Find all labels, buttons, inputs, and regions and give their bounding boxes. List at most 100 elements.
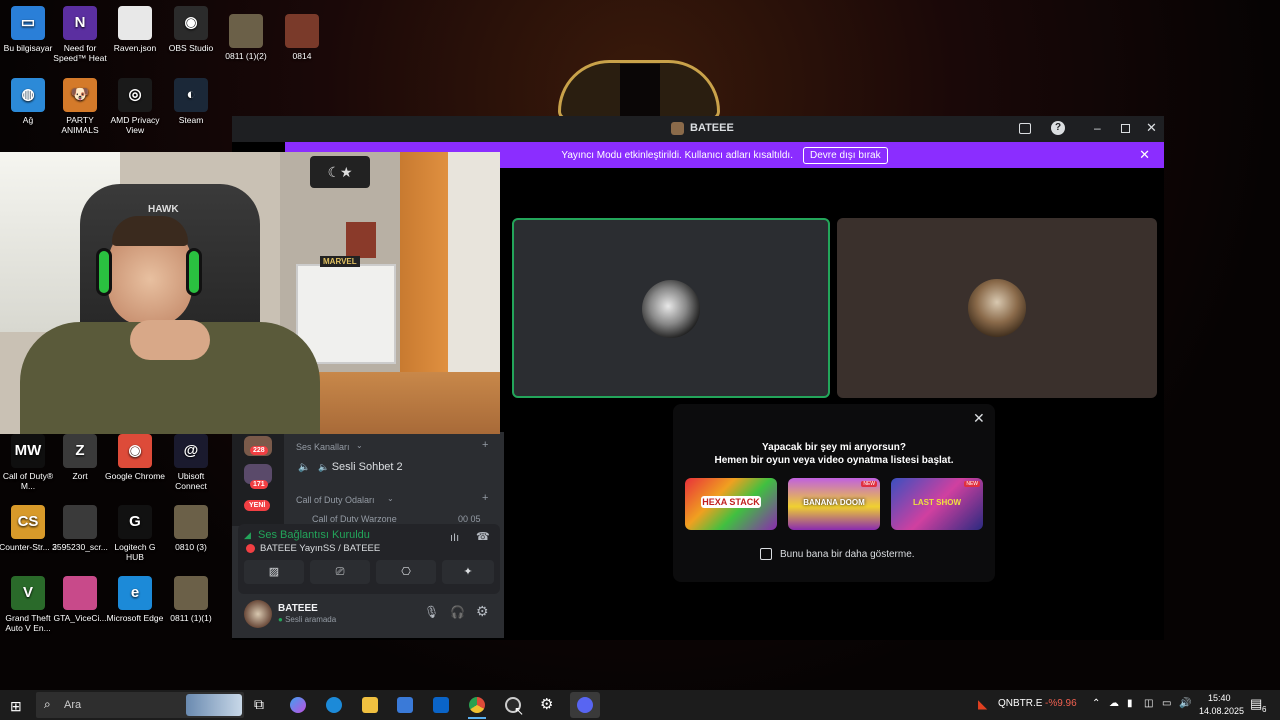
popup-title: Yapacak bir şey mi arıyorsun? <box>762 442 906 453</box>
screen-share-button[interactable]: ⎚ <box>310 560 370 584</box>
discord-icon <box>577 697 593 713</box>
add-channel-icon[interactable]: + <box>482 439 488 451</box>
activities-button[interactable]: ⎔ <box>376 560 436 584</box>
dont-show-checkbox[interactable] <box>760 548 772 560</box>
app-icon: ◍ <box>11 78 45 112</box>
tray-usb-icon[interactable]: ▮ <box>1127 698 1133 709</box>
streamer-hair <box>112 216 188 246</box>
desktop-icon[interactable]: Z Zort <box>50 434 110 481</box>
notification-count: 6 <box>1262 705 1267 714</box>
copilot-icon[interactable] <box>290 697 306 713</box>
participant-avatar-2 <box>968 279 1026 337</box>
popup-close-icon[interactable]: ✕ <box>973 410 985 427</box>
desktop-icon[interactable]: ◉ Google Chrome <box>105 434 165 481</box>
user-avatar[interactable] <box>244 600 272 628</box>
app-icon <box>285 14 319 48</box>
clock-date[interactable]: 14.08.2025 <box>1199 706 1244 716</box>
participant-tile-2[interactable] <box>837 218 1157 398</box>
desktop-icon[interactable]: 0810 (3) <box>161 505 221 552</box>
participant-tile-1[interactable] <box>512 218 830 398</box>
app-icon: ◉ <box>118 434 152 468</box>
search-box[interactable]: ⌕ Ara <box>36 692 244 718</box>
inbox-icon[interactable] <box>1019 123 1031 134</box>
tray-cloud-icon[interactable]: ☁ <box>1109 698 1119 709</box>
desktop-icon[interactable]: ◉ OBS Studio <box>161 6 221 53</box>
mic-icon[interactable]: 🎙 <box>424 605 439 619</box>
file-explorer-icon[interactable] <box>362 697 378 713</box>
voice-dot-icon: ● <box>278 615 286 624</box>
chair-logo: HAWK <box>148 204 179 215</box>
help-icon[interactable]: ? <box>1051 121 1065 135</box>
voice-status-subtitle[interactable]: BATEEE YayınSS / BATEEE <box>260 543 380 554</box>
mention-badge: 171 <box>250 480 268 489</box>
settings-gear-icon[interactable]: ⚙ <box>476 603 489 620</box>
clock-time[interactable]: 15:40 <box>1208 693 1231 703</box>
dont-show-label: Bunu bana bir daha gösterme. <box>780 549 915 560</box>
desktop-icon[interactable]: ◐ Steam <box>161 78 221 125</box>
activity-banana-doom[interactable]: BANANA DOOM NEW <box>788 478 880 530</box>
app-icon <box>63 505 97 539</box>
turkish-flag: ☾★ <box>310 156 370 188</box>
close-icon[interactable]: ✕ <box>1146 120 1157 136</box>
banner-close-icon[interactable]: ✕ <box>1139 147 1150 163</box>
category-cod[interactable]: Call of Duty Odaları <box>296 495 375 505</box>
settings-icon[interactable]: ⚙ <box>540 695 553 713</box>
store-icon[interactable] <box>397 697 413 713</box>
channel-sesli-sohbet[interactable]: 🔈 Sesli Sohbet 2 <box>318 461 403 473</box>
desktop-icon[interactable]: G Logitech G HUB <box>105 505 165 562</box>
disable-button[interactable]: Devre dışı bırak <box>803 146 888 164</box>
stock-symbol[interactable]: QNBTR.E <box>998 698 1042 709</box>
add-channel-icon[interactable]: + <box>482 492 488 504</box>
channel-cod-warzone-clip: Call of Duty Warzone 00 05 <box>296 514 496 522</box>
user-name[interactable]: BATEEE <box>278 603 318 614</box>
task-view-icon[interactable]: ⧉ <box>254 696 264 713</box>
voice-status-title[interactable]: Ses Bağlantısı Kuruldu <box>258 529 370 541</box>
tray-volume-icon[interactable]: 🔊 <box>1179 698 1191 709</box>
noise-suppression-icon[interactable]: ıIı <box>450 532 459 544</box>
streamer-hand <box>130 320 210 360</box>
desktop-icon[interactable]: Raven.json <box>105 6 165 53</box>
app-icon <box>63 576 97 610</box>
signal-icon: ◢ <box>244 530 251 540</box>
desktop-icon[interactable]: 0811 (1)(2) <box>216 14 276 61</box>
headset-right <box>186 248 202 296</box>
soundboard-button[interactable]: ✦ <box>442 560 494 584</box>
desktop: ▭ Bu bilgisayar N Need for Speed™ Heat Raven… <box>0 0 1280 720</box>
notification-icon[interactable]: ▤ <box>1250 696 1262 712</box>
edge-icon[interactable] <box>326 697 342 713</box>
desktop-icon[interactable]: N Need for Speed™ Heat <box>50 6 110 63</box>
activity-last-show[interactable]: LAST SHOW NEW <box>891 478 983 530</box>
outlook-icon[interactable] <box>433 697 449 713</box>
taskbar: ⊞ ⌕ Ara ⧉ ↖ ⚙ ◣ QNBTR.E -%9.96 ⌃ ☁ ▮ ◫ ▭… <box>0 690 1280 720</box>
channel-cod-warzone[interactable]: Call of Duty Warzone 00 05 <box>296 514 481 522</box>
desktop-icon[interactable]: 0814 <box>272 14 332 61</box>
activity-title: HEXA STACK <box>701 496 761 508</box>
desktop-icon-label: Microsoft Edge <box>106 613 164 623</box>
stock-icon: ◣ <box>978 697 988 711</box>
desktop-icon[interactable]: 3595230_scr... <box>50 505 110 552</box>
desktop-icon[interactable]: GTA_ViceCi... <box>50 576 110 623</box>
tray-display-icon[interactable]: ▭ <box>1162 698 1171 709</box>
desktop-icon[interactable]: @ Ubisoft Connect <box>161 434 221 491</box>
desktop-icon[interactable]: 🐶 PARTY ANIMALS <box>50 78 110 135</box>
search-icon: ⌕ <box>44 697 51 711</box>
headphones-icon[interactable]: 🎧 <box>450 605 465 619</box>
minimize-icon[interactable]: – <box>1094 121 1101 135</box>
activity-hexa-stack[interactable]: HEXA STACK <box>685 478 777 530</box>
desktop-icon[interactable]: 0811 (1)(1) <box>161 576 221 623</box>
new-badge[interactable]: YENİ <box>244 500 271 511</box>
disconnect-icon[interactable]: ☎ <box>476 530 490 543</box>
chrome-icon[interactable] <box>469 697 485 713</box>
camera-off-button[interactable]: ▨ <box>244 560 304 584</box>
activity-title: BANANA DOOM <box>803 498 865 507</box>
start-icon[interactable]: ⊞ <box>10 698 22 715</box>
voice-panel: ◢ Ses Bağlantısı Kuruldu BATEEE YayınSS … <box>238 524 500 594</box>
tray-chevron-icon[interactable]: ⌃ <box>1092 698 1100 709</box>
category-voice[interactable]: Ses Kanalları <box>296 442 350 452</box>
desktop-icon[interactable]: e Microsoft Edge <box>105 576 165 623</box>
app-icon: ◐ <box>174 78 208 112</box>
tray-vpn-icon[interactable]: ◫ <box>1144 698 1153 709</box>
maximize-icon[interactable] <box>1121 124 1130 133</box>
discord-sidebar: 228 171 YENİ Ses Kanalları ⌄ + 🔈 🔈 Sesli… <box>232 432 504 638</box>
desktop-icon[interactable]: ◎ AMD Privacy View <box>105 78 165 135</box>
